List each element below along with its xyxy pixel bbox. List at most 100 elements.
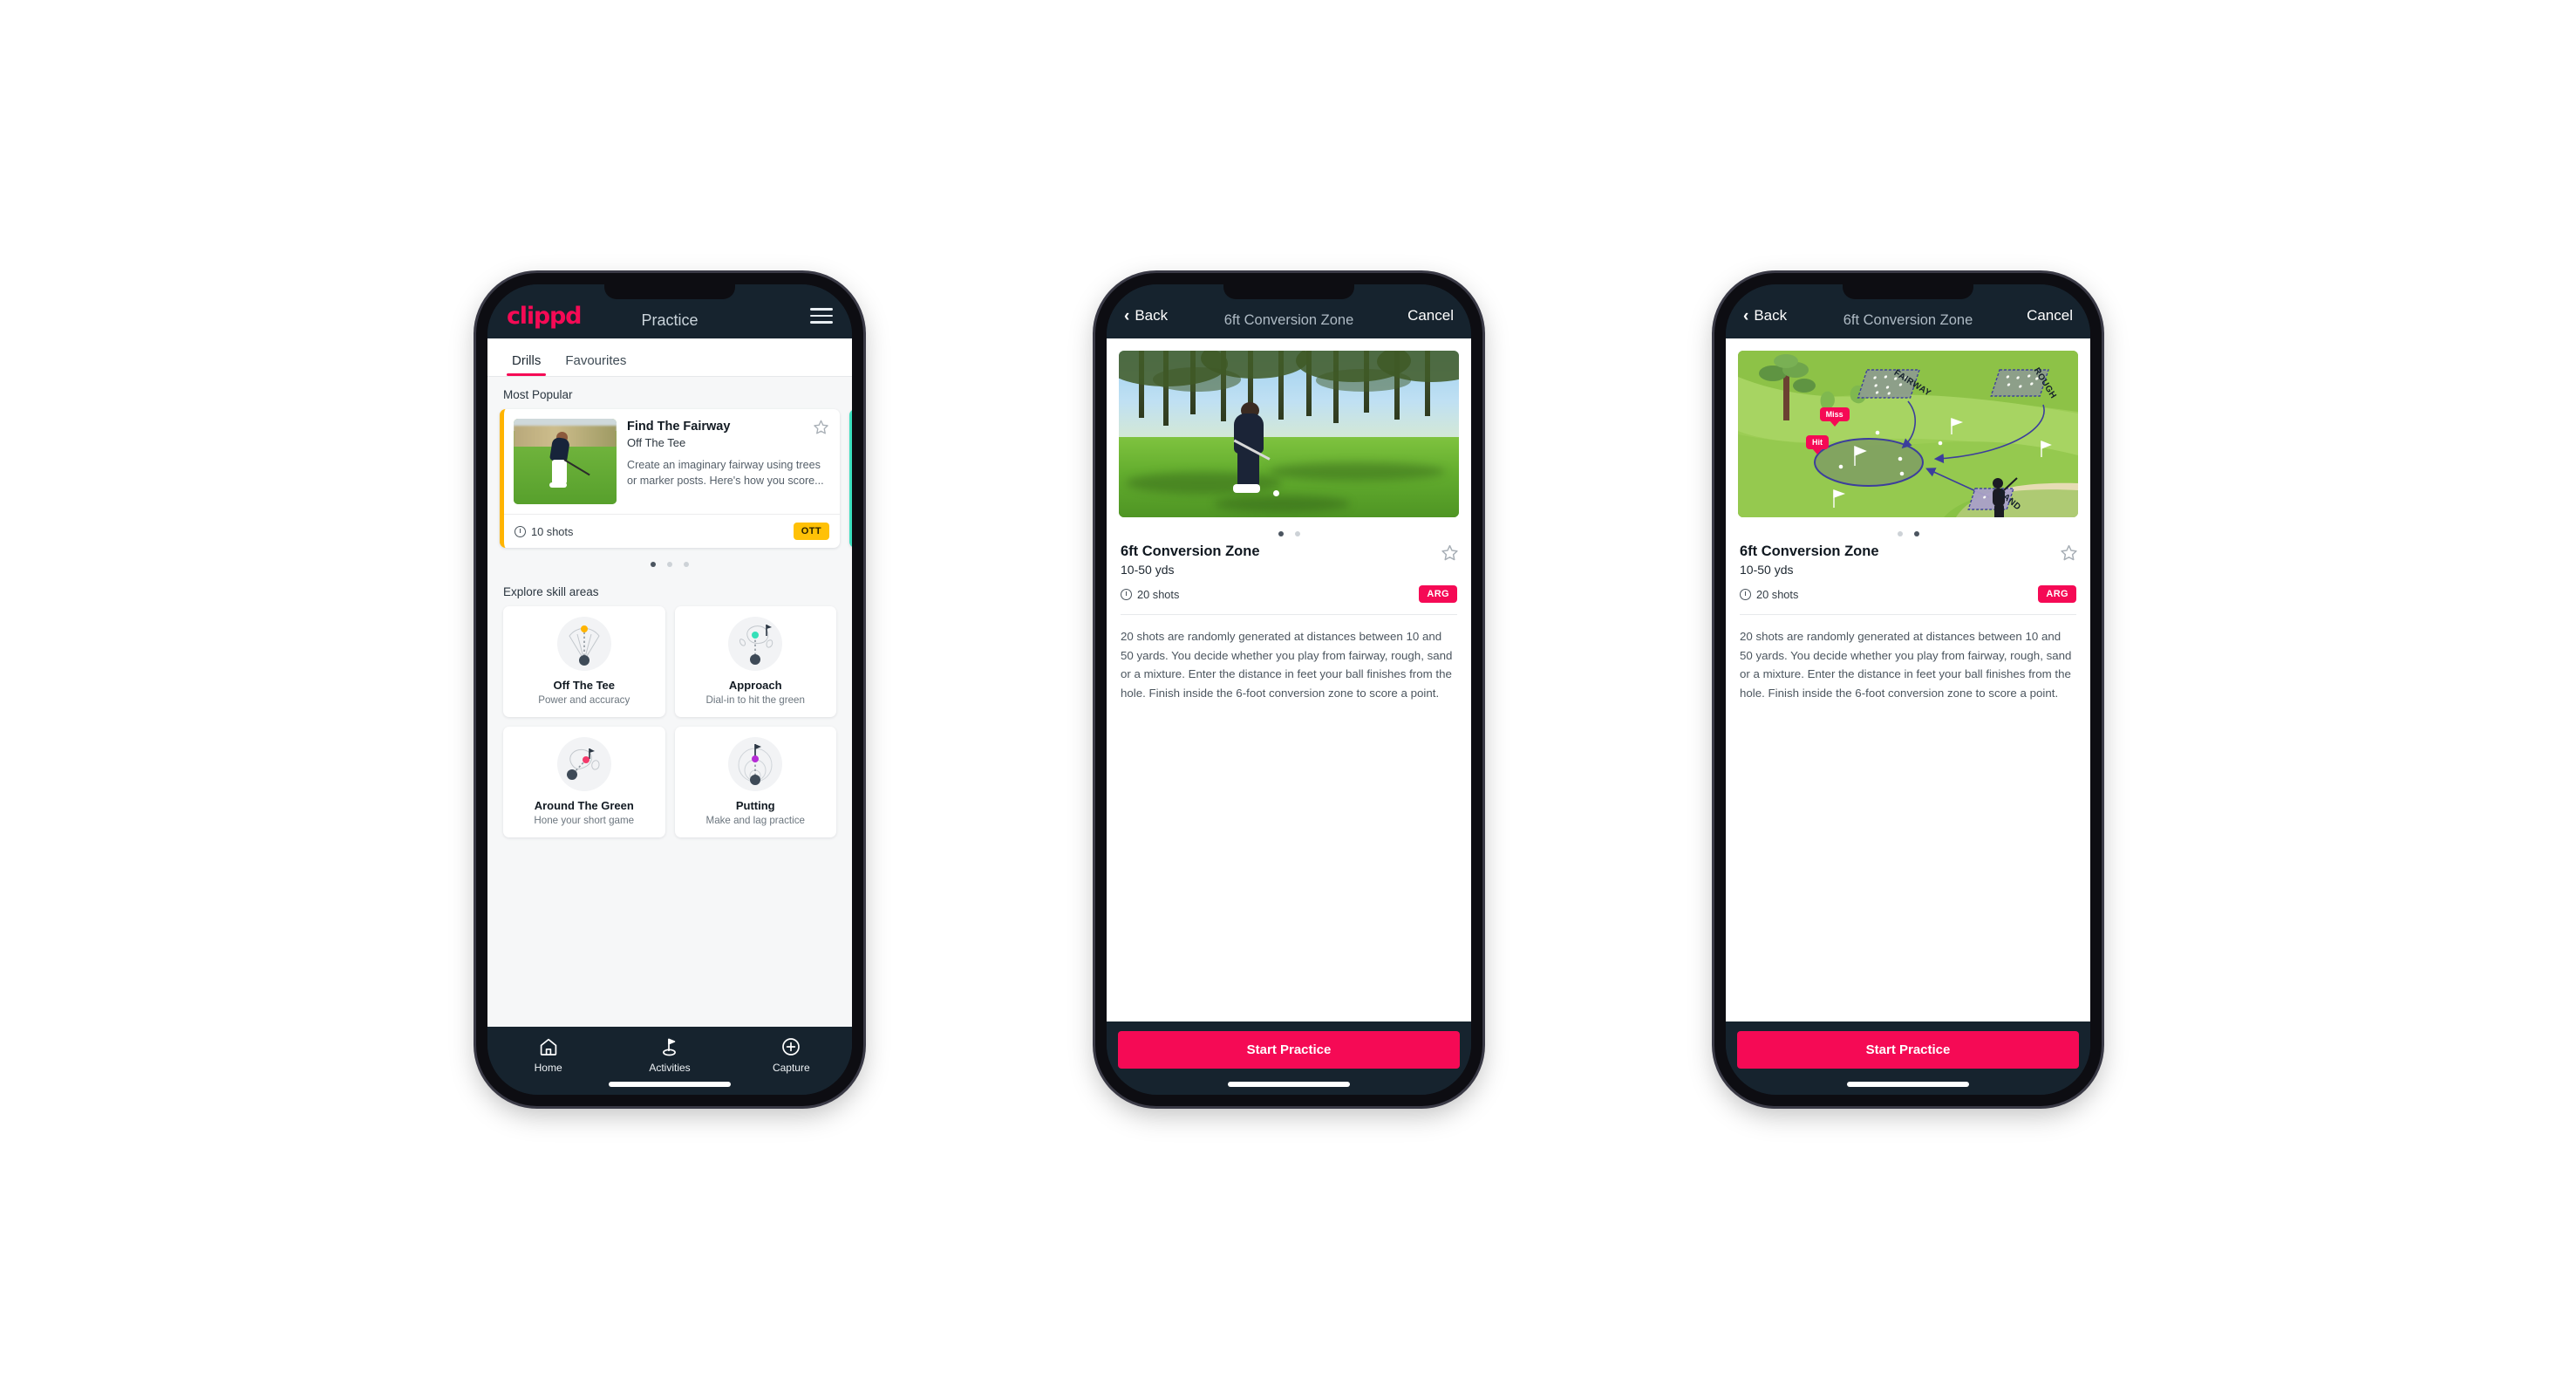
putting-icon <box>728 737 783 791</box>
detail-nav-title: 6ft Conversion Zone <box>1843 311 1973 328</box>
drill-detail-shot-count: 20 shots <box>1740 588 1798 601</box>
phone-mockup-drill-detail-photo: ‹ Back 6ft Conversion Zone Cancel 6ft Co… <box>1095 273 1482 1106</box>
back-label: Back <box>1754 307 1788 324</box>
drill-detail-description: 20 shots are randomly generated at dista… <box>1121 630 1453 700</box>
start-practice-button[interactable]: Start Practice <box>1118 1031 1460 1069</box>
skill-name: Putting <box>735 799 775 812</box>
media-dot-1[interactable] <box>1278 531 1284 536</box>
cancel-button[interactable]: Cancel <box>1407 307 1454 325</box>
phone-notch <box>1843 284 1973 299</box>
clock-icon <box>1740 588 1751 600</box>
home-indicator <box>1228 1082 1350 1087</box>
tab-drills[interactable]: Drills <box>500 353 553 376</box>
plus-circle-icon <box>780 1036 801 1057</box>
skill-name: Around The Green <box>534 799 634 812</box>
drill-detail-info: 6ft Conversion Zone 10-50 yds 20 shots A… <box>1107 543 1471 603</box>
home-indicator <box>1847 1082 1969 1087</box>
shot-count-label: 20 shots <box>1137 587 1180 601</box>
tabbar-item-activities[interactable]: Activities <box>610 1036 730 1074</box>
shot-count-label: 20 shots <box>1756 587 1799 601</box>
off-the-tee-icon <box>556 617 611 671</box>
drill-carousel[interactable]: Find The Fairway Off The Tee Create an i… <box>487 409 852 548</box>
drill-detail-yards: 10-50 yds <box>1740 563 1794 577</box>
drill-description: Create an imaginary fairway using trees … <box>627 459 824 488</box>
chevron-left-icon: ‹ <box>1743 306 1749 325</box>
media-dot-2[interactable] <box>1294 531 1300 536</box>
drill-card-next-peek[interactable] <box>849 409 852 548</box>
skill-name: Off The Tee <box>553 679 616 692</box>
tab-favourites[interactable]: Favourites <box>553 353 638 376</box>
drill-detail-title: 6ft Conversion Zone <box>1121 543 1260 559</box>
carousel-dot-2[interactable] <box>667 562 672 567</box>
media-dots[interactable] <box>1726 517 2090 543</box>
skill-card-approach[interactable]: Approach Dial-in to hit the green <box>674 606 836 717</box>
chevron-left-icon: ‹ <box>1124 306 1130 325</box>
media-dot-1[interactable] <box>1897 531 1903 536</box>
detail-nav-title: 6ft Conversion Zone <box>1223 311 1354 328</box>
back-label: Back <box>1135 307 1169 324</box>
carousel-dot-3[interactable] <box>684 562 689 567</box>
skill-desc: Dial-in to hit the green <box>705 694 805 706</box>
drills-scroll-area[interactable]: Most Popular Find The Fairway Off The Te… <box>487 377 852 1027</box>
phone-mockup-drill-detail-diagram: ‹ Back 6ft Conversion Zone Cancel FAIRWA… <box>1714 273 2102 1106</box>
clippd-logo: clippd <box>507 302 583 330</box>
badge-arg: ARG <box>2038 585 2076 603</box>
drill-subtitle: Off The Tee <box>627 436 686 450</box>
star-outline-icon[interactable] <box>2060 543 2077 561</box>
drill-detail-shot-count: 20 shots <box>1121 588 1179 601</box>
drill-detail-title: 6ft Conversion Zone <box>1740 543 1879 559</box>
marker-miss: Miss <box>1819 407 1850 421</box>
drill-detail-body: FAIRWAY ROUGH SAND Miss Hit 6ft Conversi… <box>1726 338 2090 1021</box>
golf-flag-icon <box>659 1036 680 1057</box>
media-dots[interactable] <box>1107 517 1471 543</box>
phone-mockup-practice: clippd Practice Drills Favourites Most P… <box>476 273 863 1106</box>
clock-icon <box>1121 588 1132 600</box>
tabbar-label: Capture <box>772 1062 810 1074</box>
phone-notch <box>604 284 735 299</box>
skill-desc: Power and accuracy <box>538 694 630 706</box>
around-the-green-icon <box>556 737 611 791</box>
skill-card-around-the-green[interactable]: Around The Green Hone your short game <box>503 727 665 837</box>
home-icon <box>538 1036 559 1057</box>
drill-detail-yards: 10-50 yds <box>1121 563 1175 577</box>
home-indicator <box>609 1082 731 1087</box>
shot-count-label: 10 shots <box>531 524 574 538</box>
drill-thumbnail <box>514 419 617 504</box>
badge-ott: OTT <box>793 523 829 540</box>
section-skill-areas-label: Explore skill areas <box>503 585 599 598</box>
drill-detail-body: 6ft Conversion Zone 10-50 yds 20 shots A… <box>1107 338 1471 1021</box>
hamburger-menu-icon[interactable] <box>810 308 833 324</box>
section-most-popular-label: Most Popular <box>503 388 573 401</box>
page-title: Practice <box>641 311 699 329</box>
skill-areas-grid: Off The Tee Power and accuracy Approach … <box>487 606 852 851</box>
drill-card-find-the-fairway[interactable]: Find The Fairway Off The Tee Create an i… <box>500 409 840 548</box>
tab-strip: Drills Favourites <box>487 338 852 377</box>
star-outline-icon[interactable] <box>1441 543 1458 561</box>
carousel-dot-1[interactable] <box>651 562 656 567</box>
marker-hit: Hit <box>1806 435 1829 450</box>
carousel-dots[interactable] <box>487 548 852 574</box>
drill-shot-count: 10 shots <box>515 525 573 538</box>
back-button[interactable]: ‹ Back <box>1743 307 1787 325</box>
drill-title: Find The Fairway <box>627 420 731 434</box>
skill-desc: Make and lag practice <box>705 815 805 826</box>
media-dot-2[interactable] <box>1913 531 1919 536</box>
skill-desc: Hone your short game <box>534 815 635 826</box>
drill-detail-description: 20 shots are randomly generated at dista… <box>1740 630 2072 700</box>
back-button[interactable]: ‹ Back <box>1124 307 1168 325</box>
approach-icon <box>728 617 783 671</box>
drill-media-photo[interactable] <box>1119 351 1459 517</box>
skill-card-off-the-tee[interactable]: Off The Tee Power and accuracy <box>503 606 665 717</box>
star-outline-icon[interactable] <box>813 419 829 435</box>
drill-media-course-diagram[interactable]: FAIRWAY ROUGH SAND Miss Hit <box>1738 351 2078 517</box>
tabbar-label: Home <box>534 1062 562 1074</box>
skill-name: Approach <box>728 679 782 692</box>
cancel-button[interactable]: Cancel <box>2027 307 2073 325</box>
screenshot-canvas: clippd Practice Drills Favourites Most P… <box>0 0 2576 1387</box>
tabbar-item-capture[interactable]: Capture <box>731 1036 851 1074</box>
tabbar-item-home[interactable]: Home <box>488 1036 609 1074</box>
start-practice-button[interactable]: Start Practice <box>1737 1031 2079 1069</box>
skill-card-putting[interactable]: Putting Make and lag practice <box>674 727 836 837</box>
badge-arg: ARG <box>1419 585 1457 603</box>
clock-icon <box>515 525 526 537</box>
